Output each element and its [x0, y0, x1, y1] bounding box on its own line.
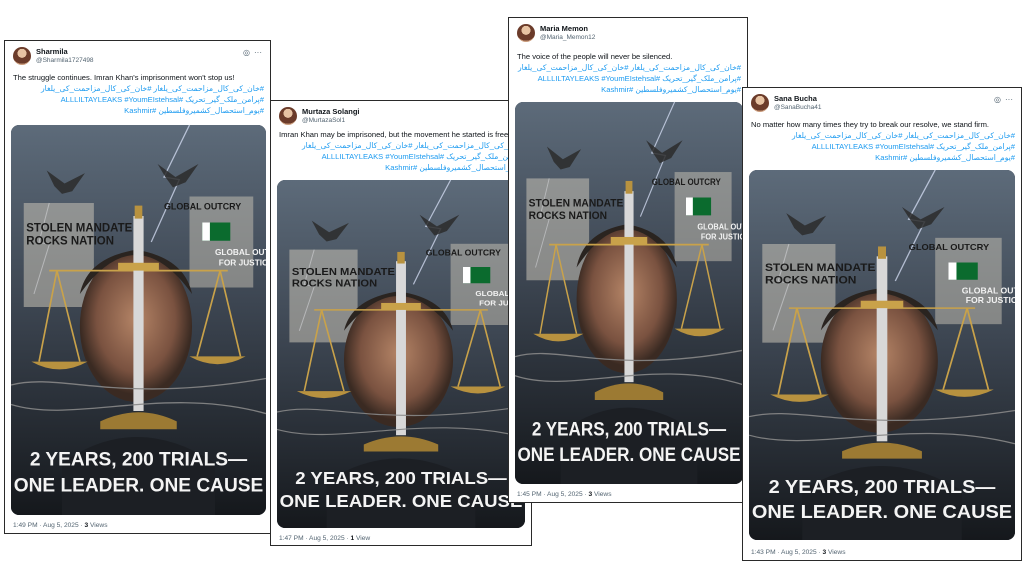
tweet-text: Imran Khan may be imprisoned, but the mo… [279, 130, 509, 139]
username-handle[interactable]: @Maria_Memon12 [540, 34, 595, 41]
svg-text:GLOBAL OUTCRY: GLOBAL OUTCRY [164, 201, 241, 211]
svg-text:ONE LEADER. ONE CAUSE: ONE LEADER. ONE CAUSE [280, 492, 523, 511]
hashtag-line[interactable]: #خان_کی_کال_مزاحمت_کی_یلغار #خان_کی_کال_… [279, 140, 525, 151]
hashtags[interactable]: #خان_کی_کال_مزاحمت_کی_یلغار #خان_کی_کال_… [279, 140, 525, 173]
svg-text:GLOBAL OUTCRY: GLOBAL OUTCRY [426, 248, 502, 258]
svg-text:STOLEN MANDATE: STOLEN MANDATE [765, 262, 876, 274]
avatar[interactable] [517, 24, 535, 42]
svg-text:STOLEN MANDATE: STOLEN MANDATE [292, 266, 395, 278]
hashtag-line[interactable]: #یوم_استحصال_کشمیروفلسطین #Kashmir [751, 152, 1015, 163]
more-icon[interactable]: ··· [1005, 95, 1013, 104]
hashtag-line[interactable]: #پرامن_ملک_گیر_تحریک #ALLLILTAYLEAKS #Yo… [279, 151, 525, 162]
svg-text:STOLEN MANDATE: STOLEN MANDATE [26, 223, 132, 235]
svg-text:2 YEARS, 200 TRIALS—: 2 YEARS, 200 TRIALS— [295, 468, 506, 487]
display-name[interactable]: Sana Bucha [774, 94, 817, 103]
hashtag-line[interactable]: #یوم_استحصال_کشمیروفلسطین #Kashmir [279, 162, 525, 173]
hashtags[interactable]: #خان_کی_کال_مزاحمت_کی_یلغار #خان_کی_کال_… [13, 83, 264, 116]
hashtags[interactable]: #خان_کی_کال_مزاحمت_کی_یلغار #خان_کی_کال_… [751, 130, 1015, 163]
tweet-header: Maria Memon @Maria_Memon12 [517, 24, 739, 50]
timestamp[interactable]: 1:45 PM · Aug 5, 2025 · [517, 491, 587, 498]
view-count: 3 [84, 522, 89, 529]
more-icon[interactable]: ··· [254, 48, 262, 57]
timestamp[interactable]: 1:49 PM · Aug 5, 2025 · [13, 522, 83, 529]
view-label: View [356, 535, 371, 542]
tweet-card-sana[interactable]: Sana Bucha @SanaBucha41 ◎ ··· No matter h… [742, 87, 1022, 561]
tweet-footer: 1:45 PM · Aug 5, 2025 · 3 Views [517, 491, 612, 498]
tweet-footer: 1:47 PM · Aug 5, 2025 · 1 View [279, 535, 370, 542]
view-count: 3 [588, 491, 593, 498]
svg-text:ONE LEADER. ONE CAUSE: ONE LEADER. ONE CAUSE [752, 502, 1012, 522]
tweet-text: The struggle continues. Imran Khan's imp… [13, 73, 235, 82]
svg-text:ROCKS NATION: ROCKS NATION [529, 210, 607, 223]
svg-text:ROCKS NATION: ROCKS NATION [765, 275, 856, 287]
hashtag-line[interactable]: #پرامن_ملک_گیر_تحریک #ALLLILTAYLEAKS #Yo… [751, 141, 1015, 152]
svg-text:FOR JUSTICE: FOR JUSTICE [219, 257, 266, 267]
username-handle[interactable]: @Sharmila1727498 [36, 57, 94, 64]
tweet-card-murtaza[interactable]: Murtaza Solangi @MurtazaSol1 Imran Khan … [270, 100, 532, 546]
hashtag-line[interactable]: #یوم_استحصال_کشمیروفلسطین #Kashmir [13, 105, 264, 116]
username-handle[interactable]: @MurtazaSol1 [302, 117, 345, 124]
tweet-footer: 1:43 PM · Aug 5, 2025 · 3 Views [751, 549, 846, 556]
svg-text:FOR JUSTICE: FOR JUSTICE [966, 296, 1015, 306]
hashtag-line[interactable]: #یوم_استحصال_کشمیروفلسطین #Kashmir [517, 84, 741, 95]
avatar[interactable] [13, 47, 31, 65]
hashtag-line[interactable]: #خان_کی_کال_مزاحمت_کی_یلغار #خان_کی_کال_… [751, 130, 1015, 141]
view-count: 3 [822, 549, 827, 556]
svg-text:STOLEN MANDATE: STOLEN MANDATE [529, 197, 624, 210]
hashtag-line[interactable]: #پرامن_ملک_گیر_تحریک #ALLLILTAYLEAKS #Yo… [517, 73, 741, 84]
tweet-footer: 1:49 PM · Aug 5, 2025 · 3 Views [13, 522, 108, 529]
avatar[interactable] [751, 94, 769, 112]
svg-text:2 YEARS, 200 TRIALS—: 2 YEARS, 200 TRIALS— [532, 419, 727, 440]
poster-image[interactable]: STOLEN MANDATE ROCKS NATION GLOBAL OUTCR… [515, 102, 743, 484]
display-name[interactable]: Sharmila [36, 47, 68, 56]
svg-text:ROCKS NATION: ROCKS NATION [26, 236, 114, 248]
svg-text:FOR JUSTICE: FOR JUSTICE [701, 232, 743, 241]
hashtag-line[interactable]: #خان_کی_کال_مزاحمت_کی_یلغار #خان_کی_کال_… [13, 83, 264, 94]
avatar[interactable] [279, 107, 297, 125]
timestamp[interactable]: 1:43 PM · Aug 5, 2025 · [751, 549, 821, 556]
svg-text:2 YEARS, 200 TRIALS—: 2 YEARS, 200 TRIALS— [30, 449, 248, 470]
svg-text:GLOBAL OUTCRY: GLOBAL OUTCRY [215, 247, 266, 257]
poster-image[interactable]: STOLEN MANDATE ROCKS NATION GLOBAL OUTCR… [277, 180, 525, 528]
tweet-text: No matter how many times they try to bre… [751, 120, 990, 129]
grok-icon[interactable]: ◎ [243, 48, 250, 57]
tweet-card-sharmila[interactable]: Sharmila @Sharmila1727498 ◎ ··· The strug… [4, 40, 271, 534]
view-count: 1 [350, 535, 355, 542]
hashtags[interactable]: #خان_کی_کال_مزاحمت_کی_یلغار #خان_کی_کال_… [517, 62, 741, 95]
svg-text:GLOBAL OUTCRY: GLOBAL OUTCRY [909, 242, 990, 252]
svg-text:ONE LEADER. ONE CAUSE: ONE LEADER. ONE CAUSE [517, 444, 740, 465]
timestamp[interactable]: 1:47 PM · Aug 5, 2025 · [279, 535, 349, 542]
poster-image[interactable]: STOLEN MANDATE ROCKS NATION GLOBAL OUTCR… [749, 170, 1015, 540]
hashtag-line[interactable]: #خان_کی_کال_مزاحمت_کی_یلغار #خان_کی_کال_… [517, 62, 741, 73]
svg-text:2 YEARS, 200 TRIALS—: 2 YEARS, 200 TRIALS— [769, 478, 996, 498]
svg-text:GLOBAL OUTCRY: GLOBAL OUTCRY [962, 286, 1015, 296]
grok-icon[interactable]: ◎ [994, 95, 1001, 104]
tweet-text: The voice of the people will never be si… [517, 52, 673, 61]
tweet-card-maria[interactable]: Maria Memon @Maria_Memon12 The voice of … [508, 17, 748, 503]
display-name[interactable]: Murtaza Solangi [302, 107, 360, 116]
username-handle[interactable]: @SanaBucha41 [774, 104, 821, 111]
view-label: Views [828, 549, 846, 556]
display-name[interactable]: Maria Memon [540, 24, 588, 33]
view-label: Views [594, 491, 612, 498]
view-label: Views [90, 522, 108, 529]
tweet-header: Sharmila @Sharmila1727498 ◎ ··· [13, 47, 262, 73]
tweet-header: Sana Bucha @SanaBucha41 ◎ ··· [751, 94, 1013, 120]
svg-text:GLOBAL OUTCRY: GLOBAL OUTCRY [652, 176, 721, 187]
svg-text:GLOBAL OUTCRY: GLOBAL OUTCRY [697, 222, 743, 231]
svg-text:ROCKS NATION: ROCKS NATION [292, 278, 377, 290]
hashtag-line[interactable]: #پرامن_ملک_گیر_تحریک #ALLLILTAYLEAKS #Yo… [13, 94, 264, 105]
svg-text:ONE LEADER. ONE CAUSE: ONE LEADER. ONE CAUSE [14, 475, 264, 496]
poster-image[interactable]: STOLEN MANDATE ROCKS NATION GLOBAL OUTCR… [11, 125, 266, 515]
